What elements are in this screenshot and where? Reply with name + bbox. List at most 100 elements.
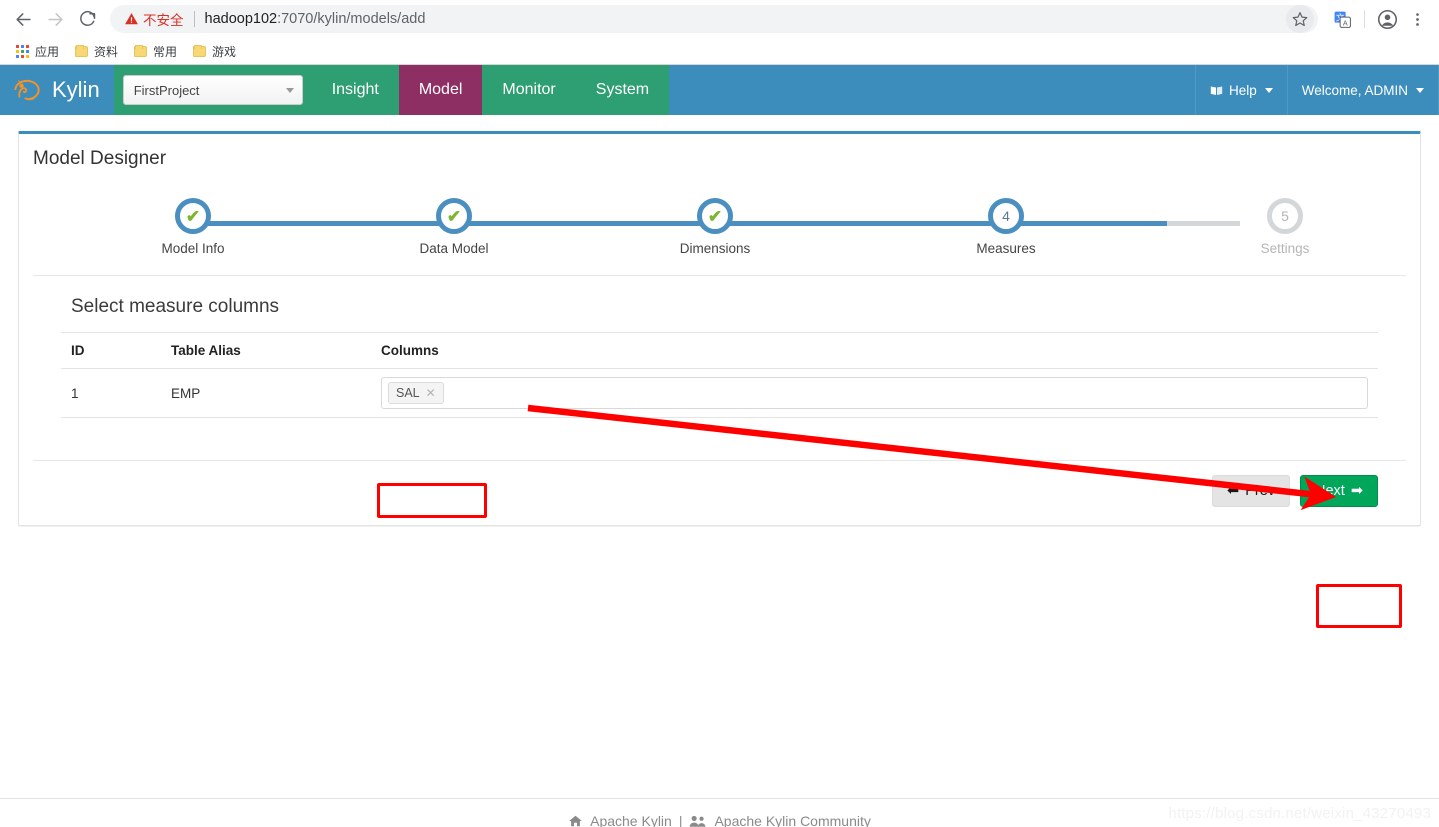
- three-dot-menu-icon[interactable]: [1403, 5, 1431, 33]
- wizard-step-bubble: 4: [988, 198, 1024, 234]
- wizard-step-measures[interactable]: 4 Measures: [946, 198, 1066, 256]
- bookmark-folder-2[interactable]: 常用: [126, 41, 185, 62]
- model-designer-panel: Model Designer ✔ Model Info ✔ Data Model…: [18, 131, 1421, 526]
- project-selector-wrap: FirstProject: [113, 65, 312, 115]
- address-bar[interactable]: 不安全 hadoop102:7070/kylin/models/add: [110, 5, 1318, 33]
- column-header-id: ID: [61, 332, 161, 369]
- wizard-step-data-model[interactable]: ✔ Data Model: [394, 198, 514, 256]
- url-host: hadoop102: [204, 11, 278, 27]
- next-button-label: Next: [1315, 483, 1345, 499]
- wizard-step-bubble: ✔: [175, 198, 211, 234]
- url-text: hadoop102:7070/kylin/models/add: [205, 11, 1287, 27]
- back-arrow-icon[interactable]: [8, 4, 38, 34]
- wizard-step-number: 5: [1281, 208, 1289, 224]
- columns-multiselect[interactable]: SAL ✕: [381, 377, 1368, 409]
- users-icon: [690, 815, 706, 827]
- footer-link-community[interactable]: Apache Kylin Community: [714, 813, 870, 827]
- nav-tab-label: Model: [418, 81, 463, 98]
- bookmark-label: 资料: [94, 44, 119, 59]
- help-menu[interactable]: Help: [1194, 65, 1287, 115]
- check-icon: ✔: [446, 206, 462, 226]
- omnibox-divider: [193, 11, 195, 27]
- svg-text:A: A: [1342, 19, 1347, 27]
- user-label: Welcome, ADMIN: [1301, 82, 1408, 98]
- chevron-down-icon: [1264, 87, 1273, 93]
- page-title: Model Designer: [33, 148, 167, 169]
- arrow-right-icon: ➡: [1350, 483, 1363, 499]
- wizard-step-bubble: ✔: [436, 198, 472, 234]
- table-header-row: ID Table Alias Columns: [61, 332, 1378, 369]
- brand-label: Kylin: [52, 77, 100, 102]
- nav-tab-insight[interactable]: Insight: [311, 65, 399, 115]
- bookmarks-bar: 应用 资料 常用 游戏: [0, 38, 1439, 64]
- nav-tab-monitor[interactable]: Monitor: [482, 65, 576, 115]
- chevron-down-icon: [1416, 87, 1424, 93]
- measure-columns-table: ID Table Alias Columns 1 EMP SAL ✕: [61, 332, 1378, 418]
- toolbar-divider: [1364, 10, 1365, 28]
- home-icon: [569, 815, 583, 826]
- nav-tab-label: System: [595, 81, 650, 98]
- browser-toolbar: 不安全 hadoop102:7070/kylin/models/add 文A: [0, 0, 1439, 38]
- insecure-label: 不安全: [143, 13, 184, 28]
- wizard-step-number: 4: [1002, 208, 1010, 224]
- wizard-step-settings[interactable]: 5 Settings: [1225, 198, 1345, 256]
- measures-content: Select measure columns ID Table Alias Co…: [19, 276, 1420, 418]
- cell-columns: SAL ✕: [371, 368, 1378, 418]
- navbar-right: Help Welcome, ADMIN: [1194, 65, 1439, 115]
- bookmark-apps[interactable]: 应用: [8, 41, 67, 62]
- folder-icon: [134, 44, 148, 57]
- watermark: https://blog.csdn.net/weixin_43270493: [1168, 805, 1431, 822]
- reload-icon[interactable]: [72, 4, 102, 34]
- next-button[interactable]: Next ➡: [1300, 475, 1378, 507]
- kylin-logo-icon: [14, 79, 40, 101]
- nav-tab-system[interactable]: System: [575, 65, 670, 115]
- check-icon: ✔: [707, 206, 723, 226]
- bookmark-star-icon[interactable]: [1286, 5, 1314, 33]
- book-icon: [1210, 85, 1223, 95]
- wizard-stepper: ✔ Model Info ✔ Data Model ✔ Dimensions 4…: [33, 180, 1406, 276]
- column-tag-sal[interactable]: SAL ✕: [388, 382, 444, 404]
- folder-icon: [75, 44, 89, 57]
- wizard-step-label: Model Info: [161, 241, 225, 256]
- footer-link-apache-kylin[interactable]: Apache Kylin: [590, 813, 672, 827]
- column-tag-label: SAL: [396, 386, 420, 400]
- wizard-step-dimensions[interactable]: ✔ Dimensions: [655, 198, 775, 256]
- cell-table-alias: EMP: [161, 368, 371, 418]
- kylin-brand[interactable]: Kylin: [0, 65, 114, 115]
- page-footer: Apache Kylin | Apache Kylin Community ht…: [0, 798, 1439, 827]
- footer-separator: |: [678, 812, 683, 827]
- wizard-button-row: ⬅ Prev Next ➡: [33, 460, 1406, 525]
- profile-avatar-icon[interactable]: [1373, 5, 1401, 33]
- user-menu[interactable]: Welcome, ADMIN: [1286, 65, 1439, 115]
- nav-tab-label: Insight: [331, 81, 379, 98]
- check-icon: ✔: [185, 206, 201, 226]
- bookmark-folder-3[interactable]: 游戏: [185, 41, 244, 62]
- bookmark-folder-1[interactable]: 资料: [67, 41, 126, 62]
- bookmark-label: 游戏: [212, 44, 237, 59]
- cell-id: 1: [61, 368, 161, 418]
- bookmark-label: 应用: [35, 44, 60, 59]
- wizard-step-label: Settings: [1260, 241, 1310, 256]
- next-button-highlight: [1316, 584, 1402, 628]
- translate-icon[interactable]: 文A: [1328, 5, 1356, 33]
- nav-tab-model[interactable]: Model: [398, 65, 483, 115]
- prev-button-label: Prev: [1245, 483, 1276, 499]
- arrow-left-icon: ⬅: [1227, 483, 1240, 499]
- folder-icon: [193, 44, 207, 57]
- bookmark-label: 常用: [153, 44, 178, 59]
- warning-triangle-icon: [125, 13, 138, 25]
- url-path: :7070/kylin/models/add: [277, 11, 426, 27]
- prev-button[interactable]: ⬅ Prev: [1212, 475, 1291, 507]
- insecure-indicator[interactable]: 不安全: [124, 9, 184, 29]
- column-header-columns: Columns: [371, 332, 1378, 369]
- close-x-icon[interactable]: ✕: [426, 385, 436, 401]
- table-row: 1 EMP SAL ✕: [61, 368, 1378, 418]
- help-label: Help: [1228, 82, 1257, 98]
- wizard-step-model-info[interactable]: ✔ Model Info: [133, 198, 253, 256]
- forward-arrow-icon[interactable]: [40, 4, 70, 34]
- apps-grid-icon: [16, 44, 29, 58]
- chevron-down-icon: [285, 87, 294, 93]
- wizard-step-label: Measures: [976, 241, 1036, 256]
- footer-links: Apache Kylin | Apache Kylin Community: [568, 813, 871, 827]
- project-select[interactable]: FirstProject: [122, 75, 303, 105]
